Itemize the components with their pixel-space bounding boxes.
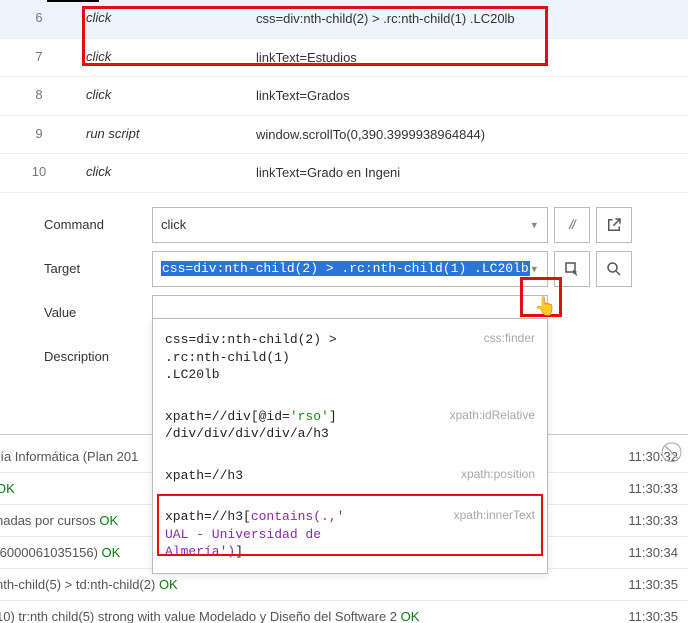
option-text: xpath=//div[@id='rso']/div/div/div/div/a… — [165, 408, 419, 443]
step-number: 10 — [0, 154, 78, 193]
log-time: 11:30:33 — [588, 513, 678, 528]
target-option[interactable]: css=div:nth-child(2) >.rc:nth-child(1).L… — [153, 319, 547, 396]
target-option[interactable]: xpath=//h3xpath:position — [153, 455, 547, 497]
target-option[interactable]: xpath=//h3[contains(.,'UAL - Universidad… — [153, 496, 547, 573]
command-label: Command — [44, 207, 152, 232]
option-hint: css:finder — [419, 331, 535, 384]
step-row[interactable]: 8clicklinkText=Grados — [0, 77, 688, 116]
option-text: xpath=//h3 — [165, 467, 419, 485]
value-label: Value — [44, 295, 152, 320]
step-command: click — [78, 77, 248, 116]
log-time: 11:30:33 — [588, 481, 678, 496]
step-row[interactable]: 9run scriptwindow.scrollTo(0,390.3999938… — [0, 115, 688, 154]
step-row[interactable]: 7clicklinkText=Estudios — [0, 38, 688, 77]
caret-down-icon: ▾ — [531, 262, 537, 275]
select-element-button[interactable] — [554, 251, 590, 287]
caret-down-icon: ▾ — [531, 218, 537, 231]
open-new-window-button[interactable] — [596, 207, 632, 243]
step-number: 7 — [0, 38, 78, 77]
find-element-button[interactable] — [596, 251, 632, 287]
option-text: css=div:nth-child(2) >.rc:nth-child(1).L… — [165, 331, 419, 384]
log-time: 11:30:35 — [588, 609, 678, 623]
disable-command-button[interactable]: // — [554, 207, 590, 243]
option-hint: xpath:innerText — [419, 508, 535, 561]
step-command: click — [78, 0, 248, 38]
target-option[interactable]: xpath=//div[@id='rso']/div/div/div/div/a… — [153, 396, 547, 455]
option-text: xpath=//h3[contains(.,'UAL - Universidad… — [165, 508, 419, 561]
select-arrow-icon — [563, 260, 581, 278]
option-hint: xpath:idRelative — [419, 408, 535, 443]
step-command: click — [78, 38, 248, 77]
target-value: css=div:nth-child(2) > .rc:nth-child(1) … — [161, 261, 530, 276]
log-line: 10) tr:nth child(5) strong with value Mo… — [0, 601, 688, 623]
step-target: linkText=Grados — [248, 77, 688, 116]
log-time: 11:30:32 — [588, 449, 678, 464]
search-icon — [605, 260, 623, 278]
step-row[interactable]: 10clicklinkText=Grado en Ingeni — [0, 154, 688, 193]
log-time: 11:30:34 — [588, 545, 678, 560]
option-hint: xpath:position — [419, 467, 535, 485]
log-time: 11:30:35 — [588, 577, 678, 592]
step-number: 6 — [0, 0, 78, 38]
step-target: linkText=Estudios — [248, 38, 688, 77]
step-target: linkText=Grado en Ingeni — [248, 154, 688, 193]
step-number: 9 — [0, 115, 78, 154]
command-select[interactable]: click ▾ — [152, 207, 548, 243]
target-label: Target — [44, 251, 152, 276]
description-label: Description — [44, 339, 152, 364]
step-target: css=div:nth-child(2) > .rc:nth-child(1) … — [248, 0, 688, 38]
step-command: run script — [78, 115, 248, 154]
step-row[interactable]: 6clickcss=div:nth-child(2) > .rc:nth-chi… — [0, 0, 688, 38]
target-options-dropdown[interactable]: css=div:nth-child(2) >.rc:nth-child(1).L… — [152, 318, 548, 574]
target-select[interactable]: css=div:nth-child(2) > .rc:nth-child(1) … — [152, 251, 548, 287]
step-target: window.scrollTo(0,390.3999938964844) — [248, 115, 688, 154]
command-value: click — [161, 217, 186, 232]
new-window-icon — [605, 216, 623, 234]
steps-table: 6clickcss=div:nth-child(2) > .rc:nth-chi… — [0, 0, 688, 193]
step-number: 8 — [0, 77, 78, 116]
step-command: click — [78, 154, 248, 193]
